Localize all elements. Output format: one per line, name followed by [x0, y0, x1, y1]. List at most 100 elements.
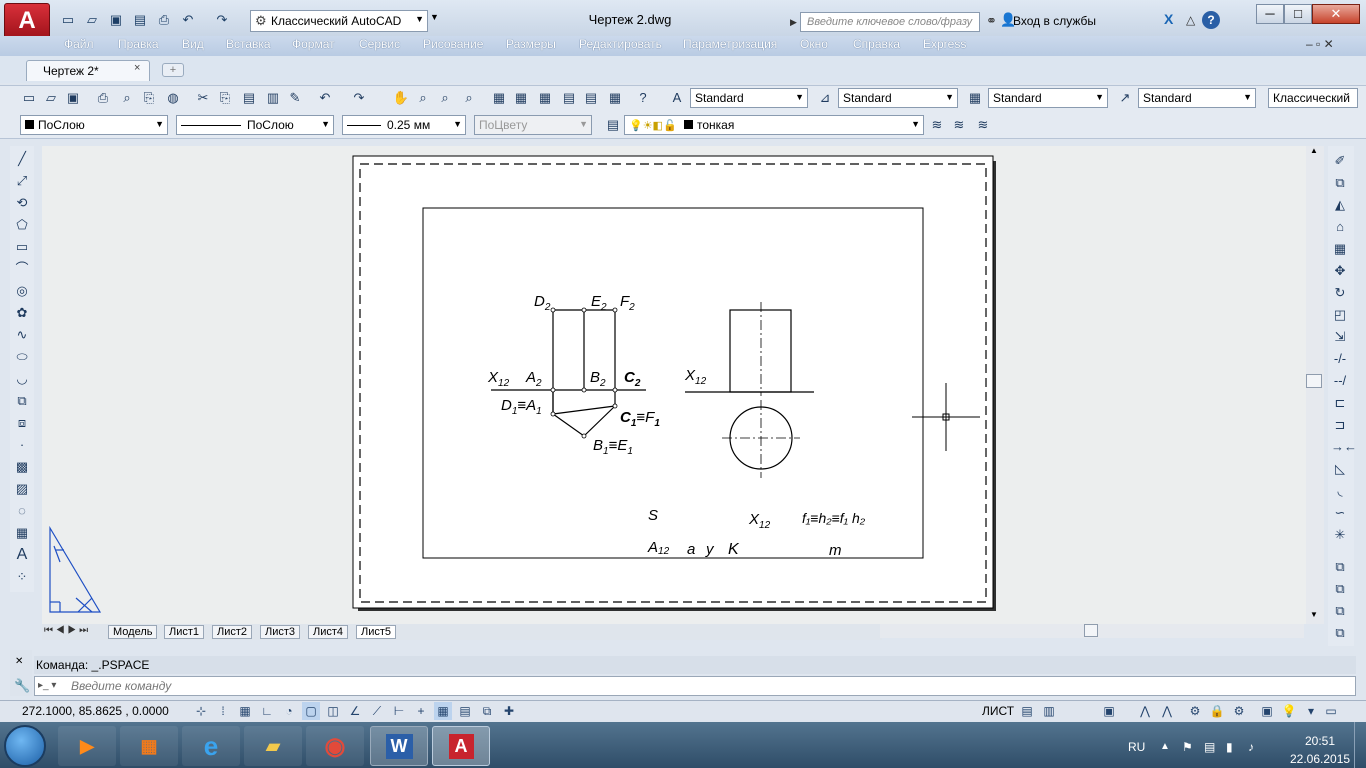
quick-view-layouts-icon[interactable]: ▤: [1018, 702, 1036, 720]
search-expand-icon[interactable]: ▶: [790, 12, 800, 32]
text-style-select[interactable]: Standard ▼: [690, 88, 808, 108]
polygon-icon[interactable]: ⬠: [13, 216, 31, 234]
construction-line-icon[interactable]: ⤢: [13, 172, 31, 190]
menu-help[interactable]: Справка: [853, 37, 900, 51]
annotation-visibility-icon[interactable]: ⋀: [1158, 702, 1176, 720]
stretch-icon[interactable]: ⇲: [1331, 328, 1349, 346]
draworder-under-icon[interactable]: ⧉: [1331, 624, 1349, 642]
minimize-button[interactable]: ─: [1256, 4, 1284, 24]
tab-sheet1[interactable]: Лист1: [164, 625, 205, 639]
tray-volume-icon[interactable]: ♪: [1248, 740, 1254, 754]
3dosnap-icon[interactable]: ◫: [324, 702, 342, 720]
blend-icon[interactable]: ∽: [1331, 504, 1349, 522]
spline-icon[interactable]: ∿: [13, 326, 31, 344]
new-tab-button[interactable]: +: [162, 63, 184, 77]
tab-sheet2[interactable]: Лист2: [212, 625, 253, 639]
tab-drawing2[interactable]: Чертеж 2*: [26, 60, 150, 81]
menu-file[interactable]: Файл: [64, 37, 94, 51]
markup-icon[interactable]: ▤: [582, 89, 600, 107]
menu-express[interactable]: Express: [923, 37, 966, 51]
clock-time[interactable]: 20:51: [1290, 734, 1350, 748]
mleader-style-select[interactable]: Standard ▼: [1138, 88, 1256, 108]
snap-icon[interactable]: ⁞: [214, 702, 232, 720]
tool-palettes-icon[interactable]: ▦: [536, 89, 554, 107]
saveas-icon[interactable]: ▤: [130, 10, 150, 30]
rectangle-icon[interactable]: ▭: [13, 238, 31, 256]
menu-modify[interactable]: Редактировать: [579, 37, 662, 51]
scale-icon[interactable]: ◰: [1331, 306, 1349, 324]
save-icon[interactable]: ▣: [106, 10, 126, 30]
menu-view[interactable]: Вид: [182, 37, 204, 51]
search-input[interactable]: Введите ключевое слово/фразу: [800, 12, 980, 32]
insert-block-icon[interactable]: ⧉: [13, 392, 31, 410]
media-player-icon[interactable]: ▶: [58, 726, 116, 766]
grid-icon[interactable]: ▦: [236, 702, 254, 720]
doc-window-controls[interactable]: – ▫ ✕: [1306, 37, 1334, 51]
workspace-select[interactable]: ⚙ Классический AutoCAD ▼: [250, 10, 428, 32]
status-menu-icon[interactable]: ▾: [1302, 702, 1320, 720]
polyline-icon[interactable]: ⟲: [13, 194, 31, 212]
draworder-icon[interactable]: ⧉: [1331, 558, 1349, 576]
layer-state-icon[interactable]: ≋: [974, 116, 992, 134]
close-button[interactable]: ✕: [1312, 4, 1360, 24]
match-properties-icon[interactable]: ✎: [286, 89, 304, 107]
maximize-button[interactable]: □: [1284, 4, 1312, 24]
3dprint-icon[interactable]: ◍: [164, 89, 182, 107]
gradient-icon[interactable]: ▨: [13, 480, 31, 498]
tab-sheet4[interactable]: Лист4: [308, 625, 349, 639]
zoom-previous-icon[interactable]: ⌕: [460, 89, 478, 107]
menu-parametric[interactable]: Параметризация: [683, 37, 777, 51]
text-icon[interactable]: A: [13, 546, 31, 564]
mirror-icon[interactable]: ◭: [1331, 196, 1349, 214]
workspace-switch-icon[interactable]: ⚙: [1186, 702, 1204, 720]
dim-style-icon[interactable]: ⊿: [816, 89, 834, 107]
line-icon[interactable]: ╱: [13, 150, 31, 168]
break-icon[interactable]: ⊐: [1331, 416, 1349, 434]
print-icon[interactable]: ⎙: [154, 10, 174, 30]
scroll-down-icon[interactable]: ▼: [1310, 610, 1318, 619]
tray-flag-icon[interactable]: ⚑: [1182, 740, 1193, 754]
clock-date[interactable]: 22.06.2015: [1290, 752, 1350, 766]
menu-draw[interactable]: Рисование: [423, 37, 483, 51]
paste-icon[interactable]: ▤: [240, 89, 258, 107]
show-desktop-button[interactable]: [1354, 722, 1366, 768]
paste-special-icon[interactable]: ▥: [264, 89, 282, 107]
explode-icon[interactable]: ✳: [1331, 526, 1349, 544]
command-input[interactable]: Введите команду: [34, 676, 1356, 696]
join-icon[interactable]: →←: [1331, 438, 1357, 456]
undo-icon[interactable]: ↶: [316, 89, 334, 107]
new-icon[interactable]: ▭: [20, 89, 38, 107]
print-icon[interactable]: ⎙: [94, 89, 112, 107]
table-style-icon[interactable]: ▦: [966, 89, 984, 107]
open-icon[interactable]: ▱: [42, 89, 60, 107]
dim-style-select[interactable]: Standard ▼: [838, 88, 958, 108]
language-indicator[interactable]: RU: [1128, 740, 1145, 754]
horizontal-scroll-thumb[interactable]: [1084, 624, 1098, 637]
chrome-icon[interactable]: ◉: [306, 726, 364, 766]
ellipse-icon[interactable]: ⬭: [13, 348, 31, 366]
horizontal-scrollbar[interactable]: [880, 624, 1304, 638]
draworder-back-icon[interactable]: ⧉: [1331, 580, 1349, 598]
layer-properties-icon[interactable]: ▤: [604, 116, 622, 134]
draworder-front-icon[interactable]: ⧉: [1331, 602, 1349, 620]
zoom-realtime-icon[interactable]: ⌕: [414, 89, 432, 107]
mleader-style-icon[interactable]: ↗: [1116, 89, 1134, 107]
internet-explorer-icon[interactable]: e: [182, 726, 240, 766]
color-select[interactable]: ПоСлою ▼: [20, 115, 168, 135]
revcloud-icon[interactable]: ✿: [13, 304, 31, 322]
autocad-taskbar-icon[interactable]: A: [432, 726, 490, 766]
hatch-icon[interactable]: ▩: [13, 458, 31, 476]
layer-previous-icon[interactable]: ≋: [950, 116, 968, 134]
close-icon[interactable]: ✕: [15, 656, 23, 667]
layer-select[interactable]: 💡☀◧🔓 тонкая ▼: [624, 115, 924, 135]
save-icon[interactable]: ▣: [64, 89, 82, 107]
warning-triangle-icon[interactable]: △: [1186, 13, 1195, 27]
undo-icon[interactable]: ↶: [178, 10, 198, 30]
otrack-icon[interactable]: ∠: [346, 702, 364, 720]
help-button[interactable]: ?: [1202, 11, 1220, 29]
ellipse-arc-icon[interactable]: ◡: [13, 370, 31, 388]
preview-icon[interactable]: ⌕: [118, 89, 136, 107]
menu-dimension[interactable]: Размеры: [506, 37, 556, 51]
polar-icon[interactable]: ◔: [280, 702, 298, 720]
annotation-scale-icon[interactable]: ⋀: [1136, 702, 1154, 720]
